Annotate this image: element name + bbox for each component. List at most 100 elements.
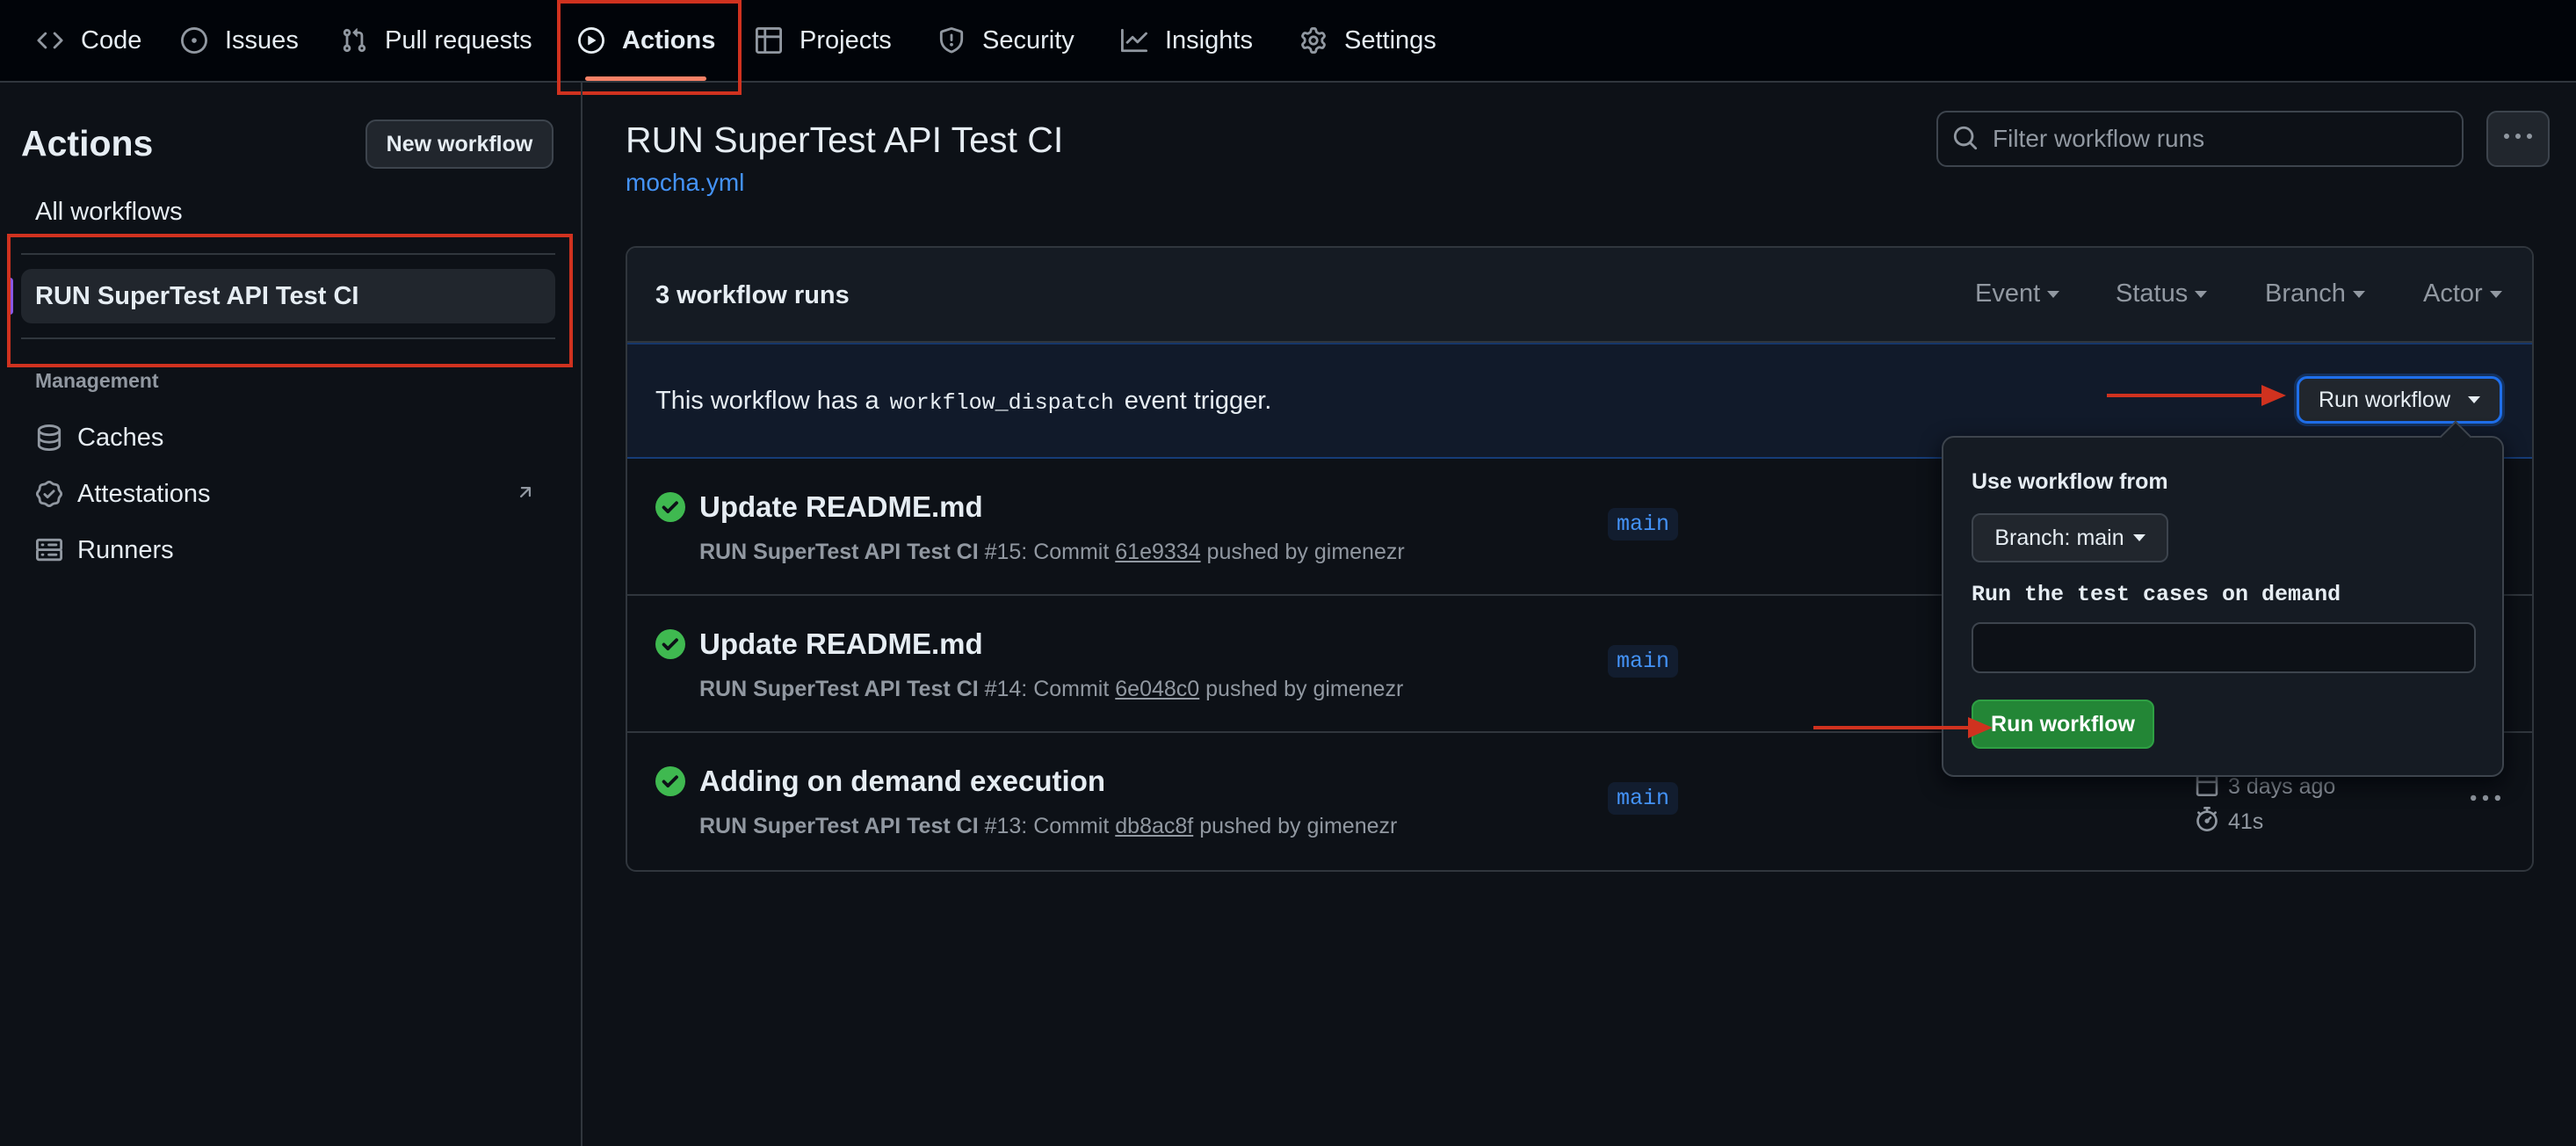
run-commit-link[interactable]: db8ac8f bbox=[1115, 814, 1193, 838]
tab-projects[interactable]: Projects bbox=[754, 0, 892, 81]
tab-actions[interactable]: Actions bbox=[576, 0, 715, 81]
shield-icon bbox=[937, 25, 966, 55]
run-duration: 41s bbox=[2195, 807, 2263, 838]
event-filter-label: Event bbox=[1975, 279, 2041, 308]
filter-runs-input[interactable] bbox=[1993, 125, 2449, 153]
sidebar-title: Actions bbox=[21, 123, 154, 163]
issue-opened-icon bbox=[179, 25, 209, 55]
runs-panel-header: 3 workflow runs Event Status Branch Acto… bbox=[627, 248, 2532, 343]
run-duration-text: 41s bbox=[2228, 809, 2264, 834]
tab-settings[interactable]: Settings bbox=[1299, 0, 1436, 81]
caret-down-icon bbox=[2352, 290, 2365, 298]
table-icon bbox=[754, 25, 784, 55]
run-title[interactable]: Update README.md bbox=[699, 490, 983, 524]
caret-down-icon bbox=[2132, 534, 2145, 541]
tab-code-label: Code bbox=[81, 25, 142, 54]
sidebar-item-runners-label: Runners bbox=[77, 535, 174, 564]
banner-suffix: event trigger. bbox=[1124, 387, 1272, 415]
annotation-arrow-run-submit bbox=[1813, 717, 1993, 738]
filter-runs-field bbox=[1936, 111, 2464, 167]
branch-filter-dropdown[interactable]: Branch bbox=[2265, 279, 2365, 308]
banner-prefix: This workflow has a bbox=[655, 387, 879, 415]
stopwatch-icon bbox=[2195, 807, 2219, 838]
sidebar-item-caches-label: Caches bbox=[77, 423, 164, 452]
run-when-text: 3 days ago bbox=[2228, 774, 2336, 799]
run-workflow-name: RUN SuperTest API Test CI bbox=[699, 677, 979, 701]
branch-select-label: Branch: main bbox=[1994, 525, 2124, 550]
tab-insights[interactable]: Insights bbox=[1119, 0, 1253, 81]
use-workflow-from-label: Use workflow from bbox=[1972, 469, 2168, 494]
run-workflow-submit-button[interactable]: Run workflow bbox=[1972, 700, 2154, 749]
run-title[interactable]: Update README.md bbox=[699, 627, 983, 661]
kebab-horizontal-icon bbox=[2504, 123, 2532, 156]
management-heading: Management bbox=[35, 369, 159, 392]
branch-tag[interactable]: main bbox=[1608, 782, 1679, 815]
sidebar-item-runners[interactable]: Runners bbox=[35, 529, 174, 571]
caret-down-icon bbox=[2195, 290, 2208, 298]
run-pushed-by: pushed by gimenezr bbox=[1199, 814, 1398, 838]
caret-down-icon bbox=[2468, 396, 2481, 403]
banner-code: workflow_dispatch bbox=[889, 390, 1114, 416]
run-options-kebab-icon[interactable] bbox=[2471, 784, 2500, 818]
sidebar-item-attestations[interactable]: Attestations bbox=[35, 473, 211, 515]
status-filter-dropdown[interactable]: Status bbox=[2116, 279, 2208, 308]
database-icon bbox=[35, 424, 63, 452]
tab-projects-label: Projects bbox=[800, 25, 892, 54]
tab-issues[interactable]: Issues bbox=[179, 0, 299, 81]
graph-icon bbox=[1119, 25, 1149, 55]
actor-filter-dropdown[interactable]: Actor bbox=[2423, 279, 2502, 308]
run-title[interactable]: Adding on demand execution bbox=[699, 765, 1105, 798]
play-icon bbox=[576, 25, 606, 55]
run-number: #14: Commit bbox=[984, 677, 1110, 701]
sidebar-item-all-workflows[interactable]: All workflows bbox=[21, 185, 555, 239]
server-icon bbox=[35, 536, 63, 564]
workflow-file-link[interactable]: mocha.yml bbox=[626, 169, 744, 197]
tab-code[interactable]: Code bbox=[35, 0, 141, 81]
run-workflow-popover: Use workflow from Branch: main Run the t… bbox=[1942, 436, 2504, 777]
branch-tag[interactable]: main bbox=[1608, 645, 1679, 678]
run-number: #15: Commit bbox=[984, 540, 1110, 564]
verified-icon bbox=[35, 480, 63, 508]
sidebar-divider bbox=[21, 253, 555, 255]
active-tab-underline bbox=[585, 76, 707, 81]
check-circle-icon bbox=[655, 629, 685, 659]
run-meta: RUN SuperTest API Test CI #15: Commit 61… bbox=[699, 540, 1405, 565]
tab-pull-requests[interactable]: Pull requests bbox=[339, 0, 532, 81]
test-cases-input-label: Run the test cases on demand bbox=[1972, 582, 2341, 607]
branch-select-button[interactable]: Branch: main bbox=[1972, 513, 2168, 562]
tab-security[interactable]: Security bbox=[937, 0, 1075, 81]
search-icon bbox=[1952, 125, 1980, 153]
sidebar: Actions New workflow All workflows RUN S… bbox=[0, 83, 582, 1146]
run-pushed-by: pushed by gimenezr bbox=[1205, 677, 1404, 701]
status-filter-label: Status bbox=[2116, 279, 2189, 308]
page-title: RUN SuperTest API Test CI bbox=[626, 120, 1064, 160]
branch-tag[interactable]: main bbox=[1608, 508, 1679, 540]
actor-filter-label: Actor bbox=[2423, 279, 2483, 308]
tab-issues-label: Issues bbox=[225, 25, 299, 54]
code-icon bbox=[35, 25, 65, 55]
sidebar-divider bbox=[21, 337, 555, 339]
run-meta: RUN SuperTest API Test CI #14: Commit 6e… bbox=[699, 677, 1403, 702]
tab-pull-requests-label: Pull requests bbox=[385, 25, 532, 54]
branch-filter-label: Branch bbox=[2265, 279, 2346, 308]
tab-insights-label: Insights bbox=[1165, 25, 1253, 54]
runs-count: 3 workflow runs bbox=[655, 281, 850, 309]
pull-request-icon bbox=[339, 25, 369, 55]
test-cases-input[interactable] bbox=[1972, 622, 2476, 673]
more-options-button[interactable] bbox=[2486, 111, 2550, 167]
sidebar-item-attestations-label: Attestations bbox=[77, 479, 211, 508]
run-meta: RUN SuperTest API Test CI #13: Commit db… bbox=[699, 814, 1397, 839]
annotation-arrow-run-dropdown bbox=[2107, 385, 2286, 406]
new-workflow-button[interactable]: New workflow bbox=[365, 120, 554, 169]
run-workflow-name: RUN SuperTest API Test CI bbox=[699, 540, 979, 564]
event-filter-dropdown[interactable]: Event bbox=[1975, 279, 2060, 308]
run-workflow-name: RUN SuperTest API Test CI bbox=[699, 814, 979, 838]
sidebar-item-selected-workflow[interactable]: RUN SuperTest API Test CI bbox=[7, 269, 555, 323]
sidebar-item-caches[interactable]: Caches bbox=[35, 417, 163, 459]
gear-icon bbox=[1299, 25, 1328, 55]
run-workflow-dropdown-button[interactable]: Run workflow bbox=[2297, 376, 2502, 424]
check-circle-icon bbox=[655, 492, 685, 522]
dispatch-banner-text: This workflow has a workflow_dispatch ev… bbox=[655, 387, 1271, 416]
run-commit-link[interactable]: 6e048c0 bbox=[1115, 677, 1199, 701]
run-commit-link[interactable]: 61e9334 bbox=[1115, 540, 1200, 564]
